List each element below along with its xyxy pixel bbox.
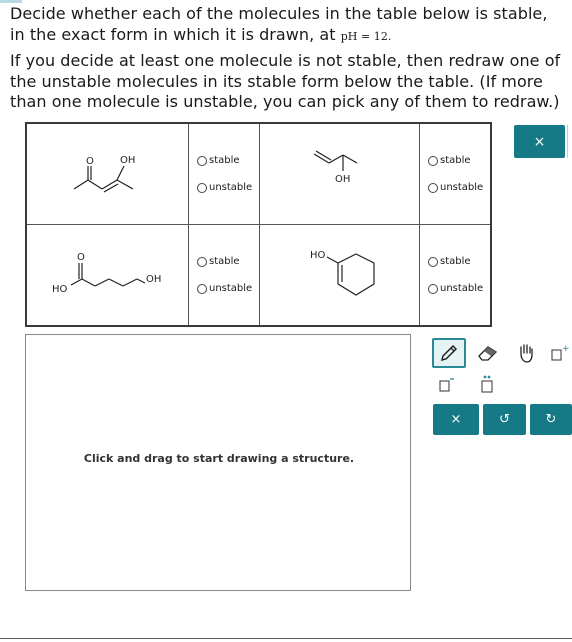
negative-charge-tool-button[interactable] <box>432 371 462 397</box>
question-text: Decide whether each of the molecules in … <box>10 4 565 47</box>
molecule-cell: O OH <box>25 122 189 225</box>
question-line: Decide whether each of the molecules in … <box>10 4 548 44</box>
svg-text:+: + <box>562 344 569 354</box>
lone-pair-icon <box>481 375 493 393</box>
oxygen-label: O <box>77 252 85 263</box>
radio-button[interactable] <box>428 283 438 294</box>
option-unstable[interactable]: unstable <box>197 282 259 296</box>
hand-icon <box>520 344 533 363</box>
close-button[interactable]: × <box>514 125 565 158</box>
radio-button[interactable] <box>197 256 207 267</box>
option-unstable[interactable]: unstable <box>197 181 259 195</box>
eraser-tool-button[interactable] <box>472 338 504 368</box>
radio-button[interactable] <box>197 182 207 193</box>
molecule-cyclohexenol-structure: HO <box>310 250 375 296</box>
option-stable[interactable]: stable <box>428 255 490 269</box>
hydroxyl-label: HO <box>310 250 326 261</box>
molecule-hydroxy-ketone-structure: O HO OH <box>52 252 161 295</box>
option-stable[interactable]: stable <box>428 154 490 168</box>
radio-button[interactable] <box>197 155 207 166</box>
hydroxyl-label: HO <box>52 284 68 295</box>
option-unstable[interactable]: unstable <box>428 282 490 296</box>
table-row: O HO OH stable unstable HO stable unstab… <box>25 224 492 327</box>
option-label: unstable <box>440 283 484 294</box>
panel-edge <box>567 125 572 158</box>
option-label: unstable <box>440 182 484 193</box>
radio-button[interactable] <box>197 283 207 294</box>
molecule-cell: HO <box>259 224 420 327</box>
answer-cell: stable unstable <box>188 224 260 327</box>
page-bottom-border <box>0 638 572 639</box>
eraser-icon <box>478 346 498 361</box>
option-label: unstable <box>209 182 253 193</box>
redo-button[interactable]: ↻ <box>530 404 572 435</box>
positive-charge-tool-button[interactable]: + <box>546 338 572 368</box>
ph-label: pH = 12. <box>340 29 392 43</box>
molecule-table: O OH stable unstable OH stable unstable … <box>25 122 492 327</box>
lone-pair-tool-button[interactable] <box>472 371 502 397</box>
option-label: stable <box>440 155 471 166</box>
hydroxyl-label: OH <box>120 155 135 166</box>
table-row: O OH stable unstable OH stable unstable <box>25 122 492 225</box>
negative-charge-icon <box>439 378 454 392</box>
molecule-cell: OH <box>259 122 420 225</box>
positive-charge-icon: + <box>551 344 569 361</box>
drawing-canvas[interactable]: Click and drag to start drawing a struct… <box>25 334 411 591</box>
undo-button[interactable]: ↺ <box>483 404 526 435</box>
answer-cell: stable unstable <box>188 122 260 225</box>
hydroxyl-label: OH <box>146 274 161 285</box>
option-label: stable <box>209 256 240 267</box>
option-stable[interactable]: stable <box>197 255 259 269</box>
radio-button[interactable] <box>428 256 438 267</box>
radio-button[interactable] <box>428 155 438 166</box>
pencil-tool-button[interactable] <box>432 338 466 368</box>
option-label: stable <box>440 256 471 267</box>
instructions-text: If you decide at least one molecule is n… <box>10 51 561 111</box>
molecule-cell: O HO OH <box>25 224 189 327</box>
oxygen-label: O <box>86 156 94 167</box>
radio-button[interactable] <box>428 182 438 193</box>
answer-cell: stable unstable <box>419 122 492 225</box>
hand-tool-button[interactable] <box>510 338 542 368</box>
canvas-hint: Click and drag to start drawing a struct… <box>83 452 355 465</box>
clear-button[interactable]: × <box>433 404 479 435</box>
molecule-enol-structure: OH <box>313 150 358 185</box>
answer-cell: stable unstable <box>419 224 492 327</box>
top-accent-bar <box>0 0 22 3</box>
option-unstable[interactable]: unstable <box>428 181 490 195</box>
pencil-icon <box>440 344 458 362</box>
option-stable[interactable]: stable <box>197 154 259 168</box>
option-label: stable <box>209 155 240 166</box>
option-label: unstable <box>209 283 253 294</box>
molecule-enone-structure: O OH <box>73 155 135 193</box>
hydroxyl-label: OH <box>335 174 350 185</box>
